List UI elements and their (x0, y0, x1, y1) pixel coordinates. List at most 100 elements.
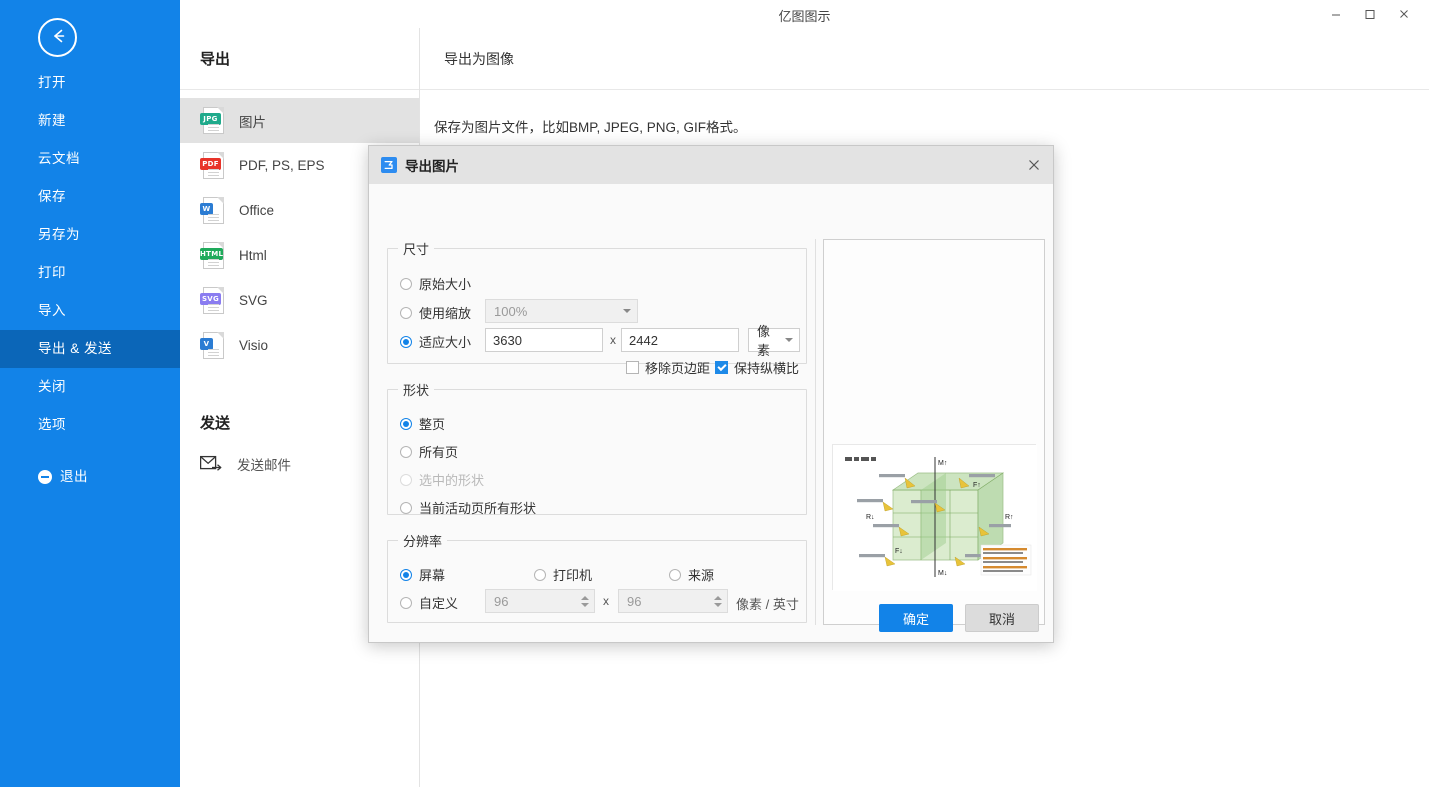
sidebar-item-save[interactable]: 保存 (0, 178, 180, 216)
option-fit-size[interactable]: 适应大小 (400, 332, 471, 351)
option-custom-dpi[interactable]: 自定义 (400, 593, 458, 612)
printer-dpi-label: 打印机 (553, 568, 593, 583)
content-description: 保存为图片文件，比如BMP, JPEG, PNG, GIF格式。 (434, 120, 747, 135)
radio-whole-page[interactable] (400, 417, 412, 430)
radio-all-pages[interactable] (400, 445, 412, 458)
svg-text:R↓: R↓ (866, 514, 875, 521)
resolution-group-legend: 分辨率 (403, 534, 443, 549)
dialog-close-button[interactable] (1025, 156, 1043, 174)
send-email-label: 发送邮件 (237, 458, 291, 473)
dpi-y-stepper[interactable]: 96 (618, 589, 728, 613)
sidebar-item-save-as[interactable]: 另存为 (0, 216, 180, 254)
selected-shapes-label: 选中的形状 (419, 473, 485, 488)
cancel-button[interactable]: 取消 (965, 604, 1039, 632)
scale-select[interactable]: 100% (485, 299, 638, 323)
use-scale-label: 使用缩放 (419, 306, 472, 321)
minimize-icon (1332, 14, 1340, 16)
option-selected-shapes: 选中的形状 (400, 470, 484, 489)
svg-text:M↑: M↑ (938, 460, 947, 467)
sidebar-item-cloud-docs[interactable]: 云文档 (0, 140, 180, 178)
dpi-x-stepper[interactable]: 96 (485, 589, 595, 613)
word-file-icon: W (200, 196, 224, 225)
radio-original-size[interactable] (400, 277, 412, 290)
export-format-label: Visio (239, 338, 269, 353)
option-active-page-shapes[interactable]: 当前活动页所有形状 (400, 498, 536, 517)
dialog-body: 尺寸 原始大小 使用缩放 100% 适应大小 x 像素 (369, 184, 1053, 644)
stepper-arrows-icon[interactable] (581, 595, 592, 607)
checkbox-remove-margin[interactable] (626, 361, 639, 374)
export-format-label: PDF, PS, EPS (239, 158, 325, 173)
sidebar-item-print[interactable]: 打印 (0, 254, 180, 292)
screen-dpi-label: 屏幕 (419, 568, 446, 583)
option-screen-dpi[interactable]: 屏幕 (400, 565, 445, 584)
radio-custom-dpi[interactable] (400, 596, 412, 609)
jpg-file-icon: JPG (200, 106, 224, 135)
checkbox-keep-ratio[interactable] (715, 361, 728, 374)
svg-file-icon: SVG (200, 286, 224, 315)
sidebar-item-import[interactable]: 导入 (0, 292, 180, 330)
ok-button[interactable]: 确定 (879, 604, 953, 632)
chevron-down-icon (623, 309, 631, 313)
export-format-label: Html (239, 248, 267, 263)
title-bar: 亿图图示 (180, 0, 1429, 28)
height-input[interactable] (621, 328, 739, 352)
option-all-pages[interactable]: 所有页 (400, 442, 458, 461)
svg-text:M↓: M↓ (938, 570, 947, 577)
dpi-x-separator: x (603, 594, 609, 608)
option-source-dpi[interactable]: 来源 (669, 565, 714, 584)
shape-group-legend: 形状 (403, 383, 430, 398)
radio-printer-dpi[interactable] (534, 568, 546, 581)
whole-page-label: 整页 (419, 417, 446, 432)
close-button[interactable] (1387, 1, 1421, 27)
active-page-shapes-label: 当前活动页所有形状 (419, 501, 537, 516)
dialog-divider (815, 239, 816, 625)
minimize-button[interactable] (1319, 1, 1353, 27)
svg-text:F↓: F↓ (895, 548, 903, 555)
unit-select[interactable]: 像素 (748, 324, 800, 358)
remove-margin-option[interactable]: 移除页边距 (626, 358, 710, 377)
rfm-cube-diagram: M↑ M↓ R↓ R↑ F↓ F↑ (833, 445, 1037, 591)
sidebar-item-open[interactable]: 打开 (0, 64, 180, 102)
sidebar-item-close[interactable]: 关闭 (0, 368, 180, 406)
visio-file-icon: V (200, 331, 224, 360)
keep-ratio-option[interactable]: 保持纵横比 (715, 358, 799, 377)
size-group: 尺寸 原始大小 使用缩放 100% 适应大小 x 像素 (387, 239, 807, 376)
sidebar-item-exit[interactable]: 退出 (0, 458, 180, 496)
dpi-unit-label: 像素 / 英寸 (736, 597, 799, 612)
all-pages-label: 所有页 (419, 445, 459, 460)
back-button[interactable] (38, 18, 77, 57)
export-format-image[interactable]: JPG 图片 (180, 98, 419, 143)
stepper-arrows-icon[interactable] (714, 595, 725, 607)
custom-dpi-label: 自定义 (419, 596, 459, 611)
maximize-button[interactable] (1353, 1, 1387, 27)
resolution-group: 分辨率 屏幕 打印机 来源 自定义 96 x 96 像素 / 英寸 (387, 531, 807, 623)
export-panel-heading: 导出 (180, 28, 419, 90)
sidebar-item-options[interactable]: 选项 (0, 406, 180, 444)
dpi-y-value: 96 (627, 593, 642, 609)
pdf-file-icon: PDF (200, 151, 224, 180)
export-format-label: 图片 (239, 114, 266, 130)
dialog-footer: 确定 取消 (879, 604, 1039, 632)
radio-screen-dpi[interactable] (400, 568, 412, 581)
radio-use-scale[interactable] (400, 306, 412, 319)
size-group-legend: 尺寸 (403, 242, 430, 257)
chevron-down-icon (785, 338, 793, 342)
maximize-icon (1365, 10, 1375, 19)
radio-fit-size[interactable] (400, 335, 412, 348)
option-whole-page[interactable]: 整页 (400, 414, 445, 433)
radio-source-dpi[interactable] (669, 568, 681, 581)
svg-text:F↑: F↑ (973, 482, 981, 489)
option-printer-dpi[interactable]: 打印机 (534, 565, 592, 584)
export-preview: M↑ M↓ R↓ R↑ F↓ F↑ (823, 239, 1045, 625)
content-heading: 导出为图像 (420, 28, 1429, 90)
width-input[interactable] (485, 328, 603, 352)
original-size-label: 原始大小 (419, 277, 472, 292)
radio-active-page-shapes[interactable] (400, 501, 412, 514)
minus-circle-icon (38, 470, 52, 484)
option-use-scale[interactable]: 使用缩放 (400, 303, 471, 322)
source-dpi-label: 来源 (688, 568, 715, 583)
sidebar-item-new[interactable]: 新建 (0, 102, 180, 140)
fit-size-label: 适应大小 (419, 335, 472, 350)
sidebar-item-export-and-send[interactable]: 导出 & 发送 (0, 330, 180, 368)
option-original-size[interactable]: 原始大小 (400, 274, 471, 293)
